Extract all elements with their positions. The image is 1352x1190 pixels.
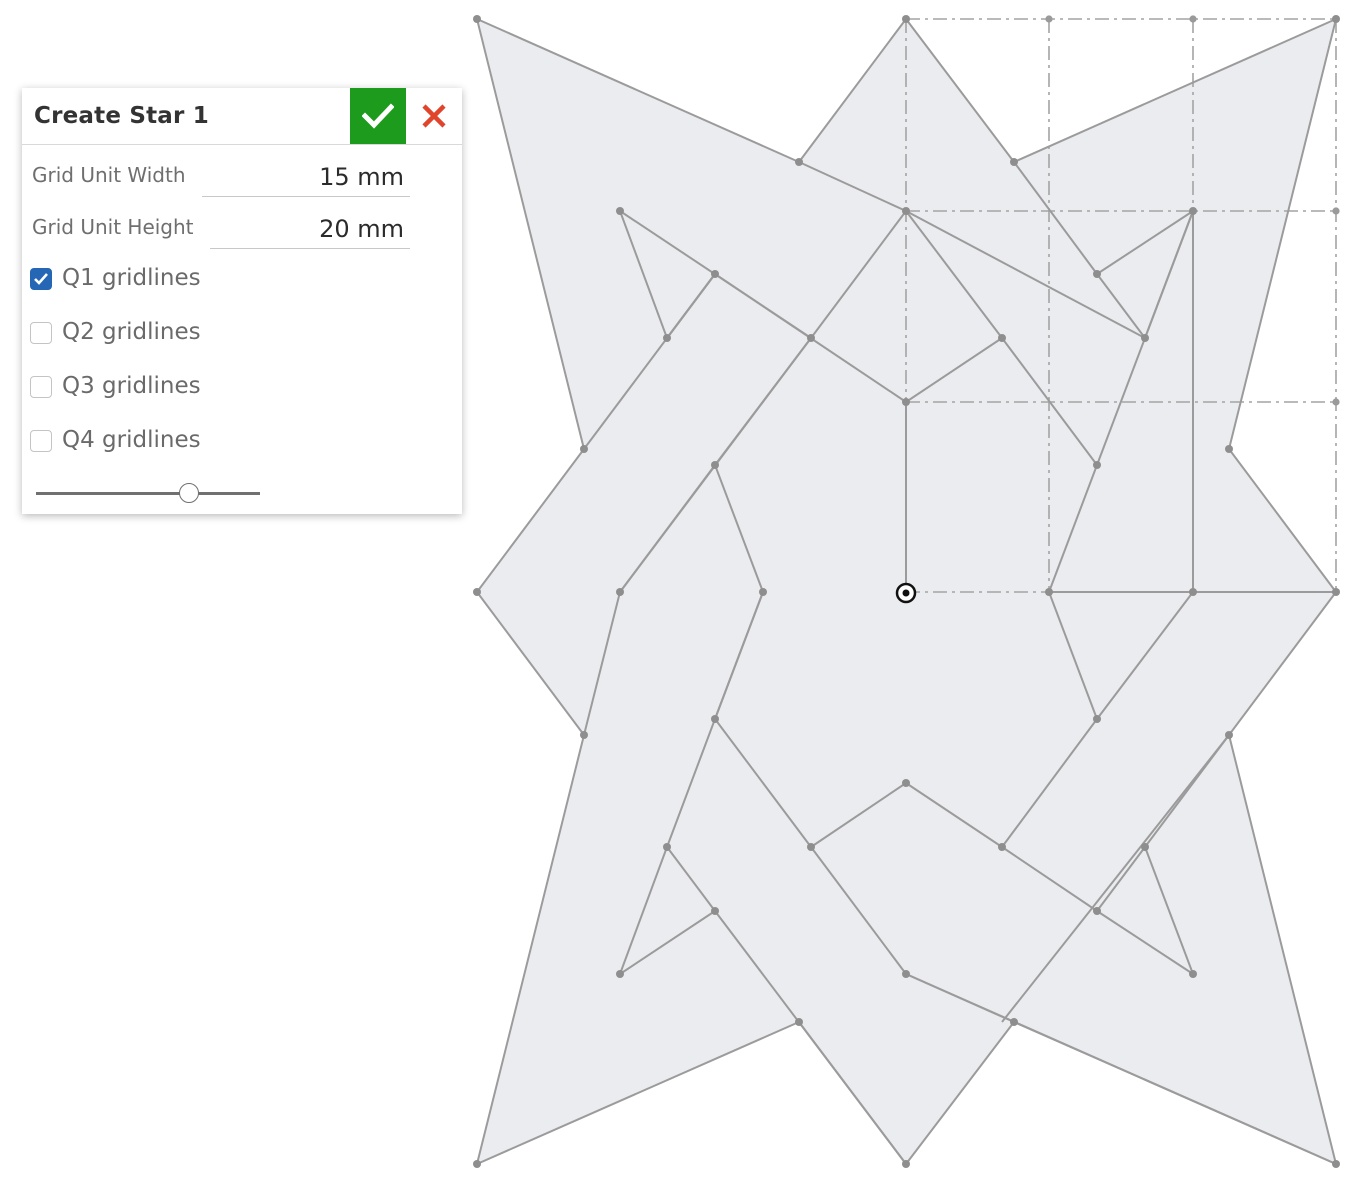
grid-point[interactable] xyxy=(1332,207,1340,215)
sketch-vertex[interactable] xyxy=(473,15,481,23)
size-slider-track[interactable] xyxy=(36,492,260,495)
sketch-vertex[interactable] xyxy=(902,207,910,215)
sketch-vertex[interactable] xyxy=(1093,715,1101,723)
sketch-vertex[interactable] xyxy=(616,970,624,978)
q1-label: Q1 gridlines xyxy=(62,265,201,291)
sketch-vertex[interactable] xyxy=(1141,334,1149,342)
grid-point[interactable] xyxy=(1332,398,1340,406)
sketch-vertex[interactable] xyxy=(1045,588,1053,596)
sketch-vertex[interactable] xyxy=(902,15,910,23)
sketch-vertex[interactable] xyxy=(1141,843,1149,851)
sketch-vertex[interactable] xyxy=(663,843,671,851)
sketch-vertex[interactable] xyxy=(1332,1160,1340,1168)
q3-checkbox[interactable] xyxy=(30,376,52,398)
sketch-vertex[interactable] xyxy=(616,207,624,215)
sketch-vertex[interactable] xyxy=(807,843,815,851)
sketch-vertex[interactable] xyxy=(580,731,588,739)
accept-button[interactable] xyxy=(350,88,406,144)
sketch-vertex[interactable] xyxy=(902,779,910,787)
grid-unit-width-input[interactable]: 15 mm xyxy=(202,157,410,197)
close-icon xyxy=(422,104,446,128)
q1-checkbox[interactable] xyxy=(30,268,52,290)
sketch-vertex[interactable] xyxy=(473,588,481,596)
q4-label: Q4 gridlines xyxy=(62,427,201,453)
dialog-header: Create Star 1 xyxy=(22,88,462,145)
sketch-vertex[interactable] xyxy=(1189,207,1197,215)
sketch-vertex[interactable] xyxy=(902,398,910,406)
sketch-vertex[interactable] xyxy=(1093,907,1101,915)
grid-unit-height-input[interactable]: 20 mm xyxy=(210,209,410,249)
dialog-title: Create Star 1 xyxy=(34,103,209,129)
sketch-vertex[interactable] xyxy=(1093,461,1101,469)
sketch-vertex[interactable] xyxy=(1332,15,1340,23)
sketch-vertex[interactable] xyxy=(902,1160,910,1168)
sketch-vertex[interactable] xyxy=(1332,588,1340,596)
sketch-vertex[interactable] xyxy=(1189,970,1197,978)
grid-unit-height-label: Grid Unit Height xyxy=(32,215,194,239)
checkmark-icon xyxy=(34,273,48,285)
sketch-vertex[interactable] xyxy=(616,588,624,596)
cancel-button[interactable] xyxy=(414,96,454,136)
grid-point[interactable] xyxy=(1045,15,1053,23)
q3-label: Q3 gridlines xyxy=(62,373,201,399)
sketch-vertex[interactable] xyxy=(1225,731,1233,739)
sketch-vertex[interactable] xyxy=(711,715,719,723)
q2-label: Q2 gridlines xyxy=(62,319,201,345)
sketch-vertex[interactable] xyxy=(759,588,767,596)
sketch-vertex[interactable] xyxy=(1093,270,1101,278)
sketch-vertex[interactable] xyxy=(473,1160,481,1168)
sketch-vertex[interactable] xyxy=(663,334,671,342)
sketch-vertex[interactable] xyxy=(795,158,803,166)
sketch-vertex[interactable] xyxy=(1225,445,1233,453)
q4-checkbox[interactable] xyxy=(30,430,52,452)
sketch-vertex[interactable] xyxy=(1010,1018,1018,1026)
q2-checkbox[interactable] xyxy=(30,322,52,344)
size-slider-thumb[interactable] xyxy=(179,483,199,503)
sketch-vertex[interactable] xyxy=(580,445,588,453)
create-star-dialog: Create Star 1 Grid Unit Width 15 mm Grid… xyxy=(22,88,462,514)
grid-unit-width-label: Grid Unit Width xyxy=(32,163,186,187)
sketch-vertex[interactable] xyxy=(902,970,910,978)
sketch-vertex[interactable] xyxy=(998,843,1006,851)
grid-point[interactable] xyxy=(1189,15,1197,23)
checkmark-icon xyxy=(362,103,394,129)
sketch-vertex[interactable] xyxy=(711,907,719,915)
sketch-vertex[interactable] xyxy=(795,1018,803,1026)
sketch-vertex[interactable] xyxy=(998,334,1006,342)
sketch-vertex[interactable] xyxy=(1189,588,1197,596)
sketch-vertex[interactable] xyxy=(807,334,815,342)
sketch-vertex[interactable] xyxy=(711,461,719,469)
origin-marker-icon[interactable] xyxy=(895,582,917,604)
sketch-vertex[interactable] xyxy=(711,270,719,278)
sketch-vertex[interactable] xyxy=(1010,158,1018,166)
